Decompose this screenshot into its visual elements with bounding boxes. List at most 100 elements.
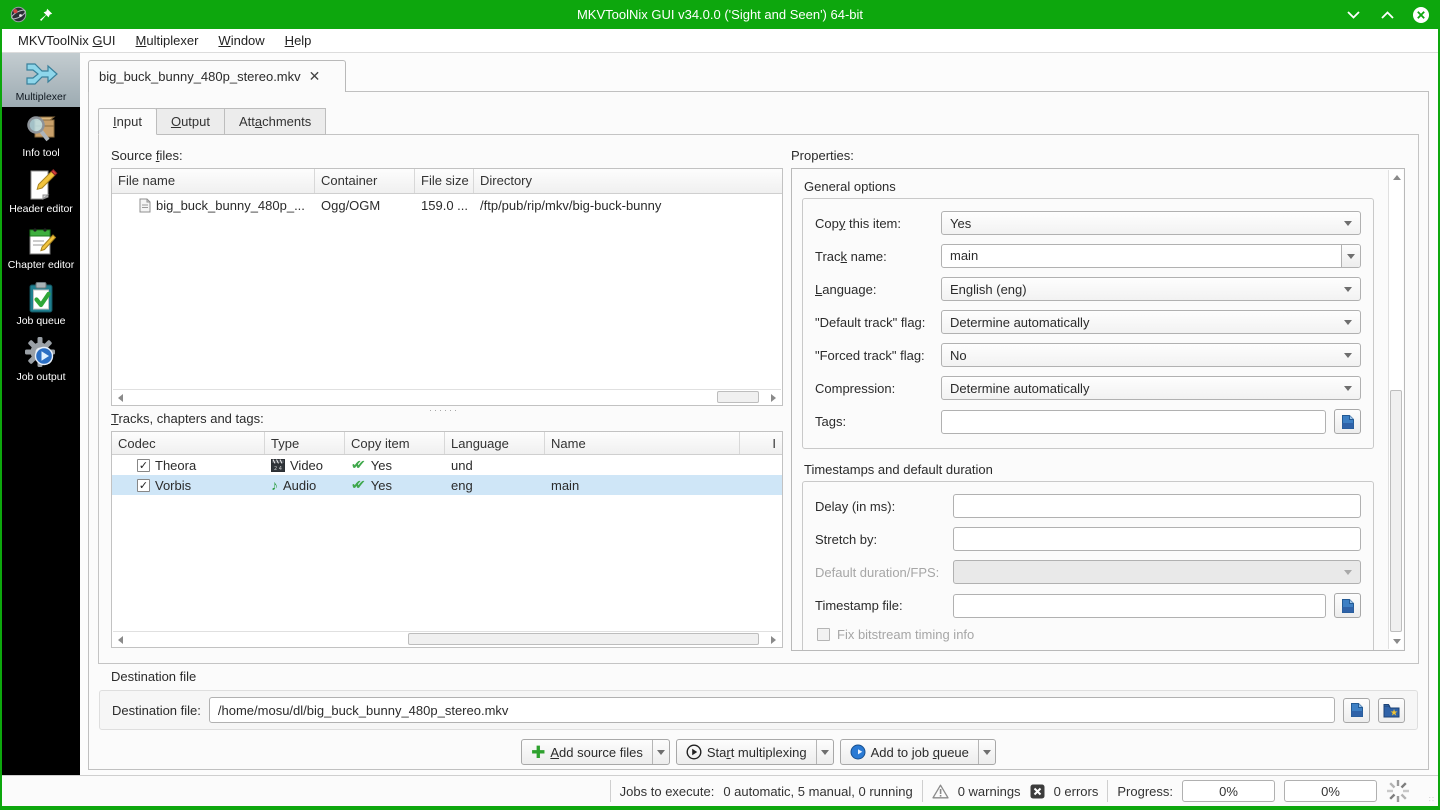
sidebar-item-job-output[interactable]: Job output	[2, 331, 80, 387]
tracks-table[interactable]: Codec Type Copy item Language Name I ✓ T…	[111, 431, 783, 648]
general-options-title: General options	[804, 179, 896, 194]
track-name-value[interactable]: main	[942, 245, 1341, 267]
chevron-down-icon	[1344, 353, 1352, 362]
file-icon	[139, 198, 151, 213]
sidebar-item-job-queue[interactable]: Job queue	[2, 275, 80, 331]
chevron-down-icon[interactable]	[1341, 245, 1360, 267]
maximize-button[interactable]	[1378, 6, 1396, 24]
resize-grip[interactable]: ∷	[1429, 795, 1435, 804]
scrollbar-thumb[interactable]	[408, 633, 759, 645]
delay-input[interactable]	[953, 494, 1361, 518]
col-directory[interactable]: Directory	[474, 169, 782, 193]
document-tab[interactable]: big_buck_bunny_480p_stereo.mkv ✕	[88, 60, 346, 92]
progress-current-value: 0%	[1219, 783, 1238, 799]
pane-splitter-handle[interactable]: ······	[429, 406, 459, 415]
jobs-to-execute-value: 0 automatic, 5 manual, 0 running	[723, 783, 913, 799]
tab-attachments[interactable]: Attachments	[223, 108, 327, 135]
track-checkbox[interactable]: ✓	[137, 458, 150, 472]
close-button[interactable]	[1412, 6, 1430, 24]
timestamps-group: Delay (in ms): Stretch by: Default durat…	[802, 481, 1374, 650]
browse-destination-button[interactable]	[1343, 697, 1370, 723]
chevron-down-icon[interactable]	[815, 740, 833, 764]
scroll-down-icon[interactable]	[1389, 634, 1404, 649]
svg-text:★: ★	[1390, 708, 1398, 718]
default-track-flag-label: "Default track" flag:	[815, 314, 926, 330]
plus-icon: ✚	[531, 742, 546, 762]
start-multiplexing-label: Start multiplexing	[706, 744, 807, 760]
source-files-header[interactable]: File name Container File size Directory	[112, 169, 782, 194]
default-track-flag-select[interactable]: Determine automatically	[941, 310, 1361, 334]
add-to-job-queue-label: Add to job queue	[870, 744, 969, 760]
source-file-row[interactable]: big_buck_bunny_480p_... Ogg/OGM 159.0 ..…	[112, 194, 782, 216]
col-type[interactable]: Type	[265, 432, 345, 454]
track-row-vorbis[interactable]: ✓ Vorbis ♪ Audio ✔✔ Yes eng main	[112, 475, 782, 495]
progress-bar-current: 0%	[1182, 780, 1275, 802]
pin-icon[interactable]	[39, 8, 53, 22]
tab-output[interactable]: Output	[155, 108, 225, 135]
tags-input[interactable]	[941, 409, 1326, 434]
properties-vscrollbar[interactable]	[1388, 170, 1403, 649]
col-file-name[interactable]: File name	[112, 169, 315, 193]
warning-icon	[932, 784, 949, 799]
scroll-left-icon[interactable]	[113, 632, 128, 647]
menu-help[interactable]: Help	[275, 30, 322, 51]
col-language[interactable]: Language	[445, 432, 545, 454]
sidebar-item-header-editor[interactable]: Header editor	[2, 163, 80, 219]
menu-multiplexer[interactable]: Multiplexer	[126, 30, 209, 51]
timestamp-file-input[interactable]	[953, 593, 1326, 618]
add-source-files-button[interactable]: ✚ Add source files	[521, 739, 670, 765]
col-container[interactable]: Container	[315, 169, 415, 193]
track-copy: Yes	[370, 477, 393, 493]
source-files-hscrollbar[interactable]	[113, 389, 781, 404]
folder-star-icon: ★	[1383, 703, 1400, 718]
language-select[interactable]: English (eng)	[941, 277, 1361, 301]
add-to-job-queue-button[interactable]: Add to job queue	[839, 739, 996, 765]
scroll-up-icon[interactable]	[1389, 170, 1404, 185]
compression-select[interactable]: Determine automatically	[941, 376, 1361, 400]
stretch-by-input[interactable]	[953, 527, 1361, 551]
browse-timestamp-file-button[interactable]	[1334, 593, 1361, 618]
source-files-table[interactable]: File name Container File size Directory …	[111, 168, 783, 406]
scroll-right-icon[interactable]	[766, 632, 781, 647]
forced-track-flag-select[interactable]: No	[941, 343, 1361, 367]
track-checkbox[interactable]: ✓	[137, 478, 150, 492]
scroll-right-icon[interactable]	[766, 390, 781, 405]
menu-mkvtoolnix-gui[interactable]: MKVToolNix GUI	[8, 30, 126, 51]
start-multiplexing-button[interactable]: Start multiplexing	[675, 739, 834, 765]
scrollbar-thumb[interactable]	[717, 391, 759, 403]
scroll-left-icon[interactable]	[113, 390, 128, 405]
scrollbar-thumb[interactable]	[1390, 390, 1402, 632]
favorite-folder-button[interactable]: ★	[1378, 697, 1405, 723]
browse-tags-button[interactable]	[1334, 409, 1361, 434]
sidebar-item-multiplexer[interactable]: Multiplexer	[2, 53, 80, 107]
copy-this-item-select[interactable]: Yes	[941, 211, 1361, 235]
tracks-header[interactable]: Codec Type Copy item Language Name I	[112, 432, 782, 455]
tab-input[interactable]: Input	[98, 108, 157, 135]
track-language: und	[451, 457, 473, 473]
close-tab-icon[interactable]: ✕	[309, 68, 321, 85]
col-id[interactable]: I	[740, 432, 782, 454]
sidebar-item-info-tool[interactable]: Info tool	[2, 107, 80, 163]
col-codec[interactable]: Codec	[112, 432, 265, 454]
timestamps-title: Timestamps and default duration	[804, 462, 993, 477]
multiplexer-icon	[24, 58, 58, 90]
warnings-count[interactable]: 0 warnings	[958, 784, 1021, 799]
chevron-down-icon[interactable]	[977, 740, 995, 764]
track-row-theora[interactable]: ✓ Theora 2 4 Video ✔✔ Yes und	[112, 455, 782, 475]
menu-window[interactable]: Window	[208, 30, 274, 51]
col-file-size[interactable]: File size	[415, 169, 474, 193]
col-copy-item[interactable]: Copy item	[345, 432, 445, 454]
sidebar-item-label: Info tool	[22, 147, 60, 159]
track-language: eng	[451, 477, 473, 493]
chevron-down-icon[interactable]	[651, 740, 669, 764]
errors-count[interactable]: 0 errors	[1054, 784, 1099, 799]
sidebar-item-chapter-editor[interactable]: Chapter editor	[2, 219, 80, 275]
header-editor-icon	[24, 168, 58, 202]
col-name[interactable]: Name	[545, 432, 740, 454]
track-type: Audio	[283, 477, 317, 493]
destination-file-input[interactable]	[208, 697, 1335, 723]
open-file-icon	[1341, 414, 1354, 429]
track-name-combo[interactable]: main	[941, 244, 1361, 268]
tracks-hscrollbar[interactable]	[113, 631, 781, 646]
minimize-button[interactable]	[1344, 6, 1362, 24]
